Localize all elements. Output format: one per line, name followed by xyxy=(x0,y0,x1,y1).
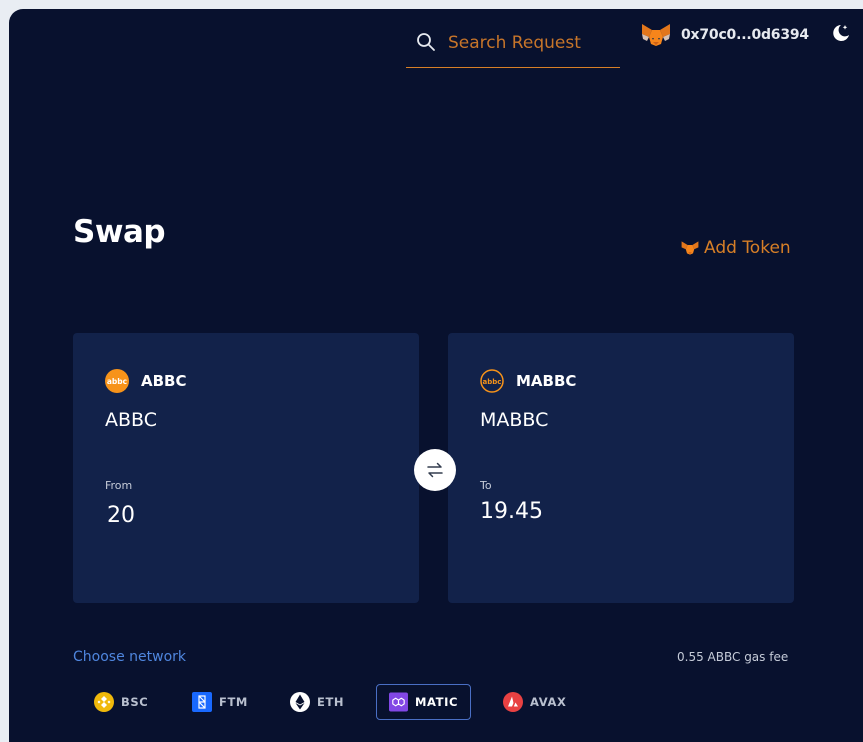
search-input[interactable] xyxy=(446,29,620,57)
from-amount-label: From xyxy=(105,479,133,492)
ethereum-icon xyxy=(290,692,310,712)
to-amount-value: 19.45 xyxy=(480,499,543,524)
swap-direction-button[interactable] xyxy=(414,449,456,491)
gas-fee-text: 0.55 ABBC gas fee xyxy=(677,650,789,664)
fantom-icon xyxy=(192,692,212,712)
abbc-token-icon: abbc xyxy=(105,369,129,393)
from-token-symbol: ABBC xyxy=(141,372,187,390)
wallet-address: 0x70c0...0d6394 xyxy=(681,27,809,43)
network-option-avax[interactable]: AVAX xyxy=(490,684,579,720)
svg-text:abbc: abbc xyxy=(483,378,502,386)
search-bar[interactable] xyxy=(406,17,620,68)
from-token-card: abbc ABBC ABBC From 20 xyxy=(73,333,419,603)
network-label: ETH xyxy=(317,695,345,709)
network-option-matic[interactable]: MATIC xyxy=(376,684,471,720)
network-option-eth[interactable]: ETH xyxy=(277,684,357,720)
search-icon xyxy=(417,33,435,51)
to-amount-label: To xyxy=(480,479,492,492)
add-token-label: Add Token xyxy=(704,238,791,258)
polygon-icon xyxy=(389,692,408,712)
to-token-selector[interactable]: abbc MABBC xyxy=(480,369,576,393)
metamask-fox-icon xyxy=(681,241,699,255)
app-window: 0x70c0...0d6394 Swap Add Token abbc ABBC… xyxy=(9,9,863,742)
page-title: Swap xyxy=(73,214,166,250)
network-option-bsc[interactable]: BSC xyxy=(81,684,161,720)
network-label: BSC xyxy=(121,695,149,709)
add-token-button[interactable]: Add Token xyxy=(681,238,791,258)
network-label: AVAX xyxy=(530,695,567,709)
mabbc-token-icon: abbc xyxy=(480,369,504,393)
network-option-ftm[interactable]: FTM xyxy=(179,684,261,720)
to-token-name: MABBC xyxy=(480,409,549,431)
choose-network-link[interactable]: Choose network xyxy=(73,649,186,665)
metamask-fox-icon xyxy=(642,24,670,46)
from-token-name: ABBC xyxy=(105,409,157,431)
to-token-symbol: MABBC xyxy=(516,372,577,390)
swap-arrows-icon xyxy=(427,462,443,478)
to-token-card: abbc MABBC MABBC To 19.45 xyxy=(448,333,794,603)
svg-text:abbc: abbc xyxy=(107,377,127,386)
theme-toggle-moon-icon[interactable] xyxy=(829,22,851,44)
from-token-selector[interactable]: abbc ABBC xyxy=(105,369,186,393)
wallet-button[interactable]: 0x70c0...0d6394 xyxy=(641,23,809,47)
avalanche-icon xyxy=(503,692,523,712)
network-label: MATIC xyxy=(414,695,458,709)
network-label: FTM xyxy=(219,695,248,709)
bsc-icon xyxy=(94,692,114,712)
from-amount-value[interactable]: 20 xyxy=(107,503,135,528)
